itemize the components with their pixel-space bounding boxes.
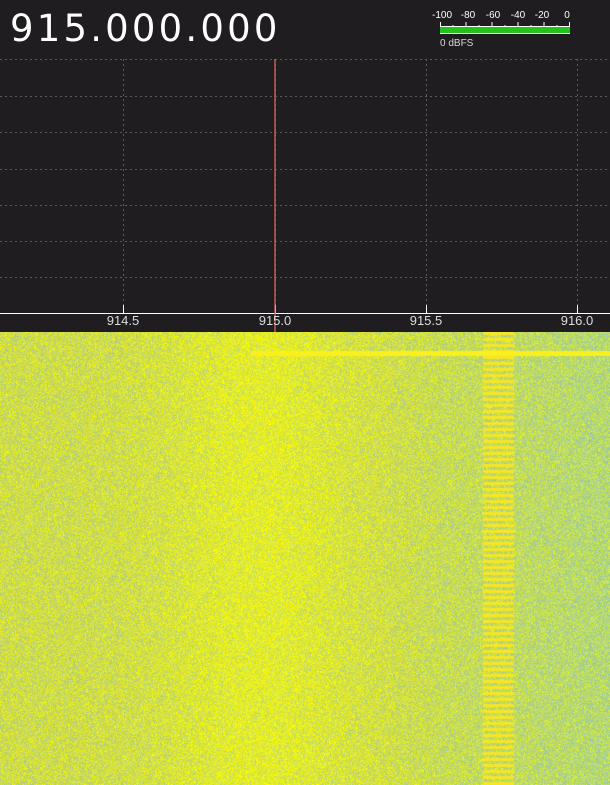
signal-meter-label: -20: [534, 10, 550, 21]
signal-meter-unit: 0 dBFS: [440, 38, 474, 49]
sdr-receiver-window: 915.000.000 -100 -80 -60 -40 -20 0 0 dBF…: [0, 0, 610, 785]
spectrum-plot[interactable]: [0, 59, 610, 332]
signal-meter-label: 0: [564, 10, 570, 21]
signal-meter-label: -100: [431, 10, 453, 21]
waterfall-display[interactable]: [0, 332, 610, 785]
frequency-axis-label: 915.5: [409, 313, 443, 328]
signal-meter-label: -80: [460, 10, 476, 21]
frequency-axis-label: 914.5: [106, 313, 140, 328]
frequency-axis-label: 915.0: [258, 313, 292, 328]
spectrum-panel[interactable]: 914.5 915.0 915.5 916.0: [0, 59, 610, 332]
spectrum-grid: [0, 59, 610, 305]
signal-level-bar: [440, 26, 570, 34]
signal-meter: -100 -80 -60 -40 -20 0 0 dBFS: [432, 8, 582, 52]
frequency-axis-label: 916.0: [560, 313, 594, 328]
signal-meter-label: -60: [485, 10, 501, 21]
frequency-readout[interactable]: 915.000.000: [10, 6, 281, 51]
signal-meter-label: -40: [510, 10, 526, 21]
axis-ticks: [123, 305, 578, 313]
